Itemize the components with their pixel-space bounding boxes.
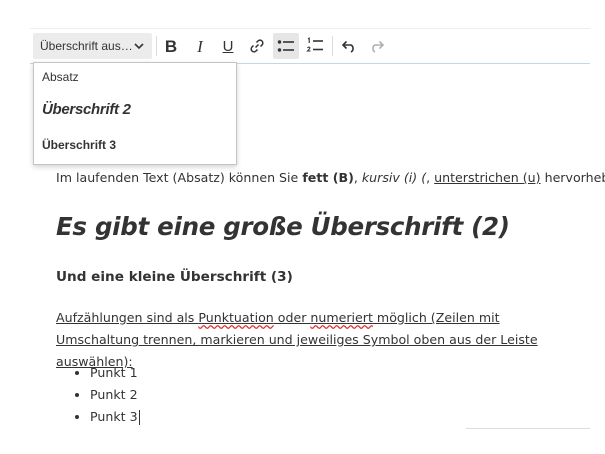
list-item: Punkt 1: [90, 362, 140, 384]
undo-button[interactable]: [336, 33, 362, 59]
bulleted-list-icon: [277, 40, 294, 52]
dropdown-item-heading-2[interactable]: Überschrift 2: [42, 101, 131, 118]
italic-text: kursiv (i) (: [361, 170, 427, 185]
text-run: ,: [353, 170, 362, 185]
bulleted-list-button[interactable]: [273, 33, 299, 59]
bold-text: fett (B): [302, 170, 354, 185]
dropdown-item-paragraph[interactable]: Absatz: [42, 70, 79, 84]
bold-icon: B: [164, 36, 178, 56]
toolbar-divider: [156, 36, 157, 56]
undo-icon: [341, 40, 354, 53]
divider: [466, 428, 590, 429]
underline-icon: U: [222, 37, 234, 55]
link-button[interactable]: [244, 33, 270, 59]
numbered-list-button[interactable]: [302, 33, 328, 59]
bullet-list: Punkt 1 Punkt 2 Punkt 3: [74, 362, 140, 428]
italic-button[interactable]: I: [187, 33, 213, 59]
heading-dropdown: Absatz Überschrift 2 Überschrift 3: [33, 62, 237, 165]
redo-button[interactable]: [364, 33, 390, 59]
heading-select-label: Überschrift aus…: [40, 39, 133, 53]
bold-button[interactable]: B: [158, 33, 184, 59]
text-run: Im laufenden Text (Absatz) können Sie: [56, 170, 303, 185]
text-run: oder: [273, 310, 311, 325]
spellcheck-word: Punktuation: [198, 310, 274, 325]
list-item: Punkt 2: [90, 384, 140, 406]
numbered-list-icon: [306, 37, 323, 52]
text-run: hervorheben.: [544, 170, 605, 185]
list-item-text: Punkt 3: [90, 409, 138, 424]
heading-3: Und eine kleine Überschrift (3): [56, 269, 293, 285]
toolbar-divider: [332, 36, 333, 56]
redo-icon: [372, 40, 385, 53]
underline-button[interactable]: U: [215, 33, 241, 59]
link-icon: [250, 39, 264, 53]
text-cursor: [138, 410, 140, 425]
text-run: ,: [426, 170, 435, 185]
paragraph-formatting: Im laufenden Text (Absatz) können Sie fe…: [56, 170, 605, 185]
italic-icon: I: [197, 36, 203, 56]
text-run: Aufzählungen sind als: [56, 310, 199, 325]
heading-select[interactable]: Überschrift aus…: [33, 33, 152, 59]
list-item: Punkt 3: [90, 406, 140, 428]
dropdown-item-heading-3[interactable]: Überschrift 3: [42, 138, 116, 152]
chevron-down-icon: [134, 43, 144, 50]
heading-2: Es gibt eine große Überschrift (2): [56, 212, 510, 241]
underlined-text: unterstrichen (u): [434, 170, 541, 185]
editor-toolbar: Überschrift aus… B I U: [30, 28, 590, 64]
spellcheck-word: numeriert: [310, 310, 373, 325]
